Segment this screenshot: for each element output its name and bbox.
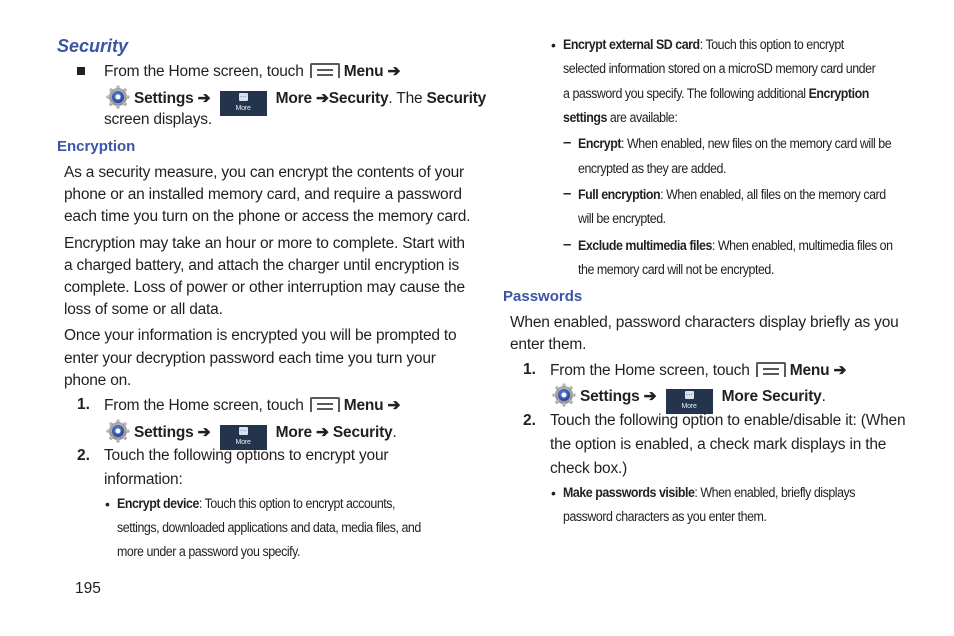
encrypt-device-line-3: more under a password you specify. [117, 544, 300, 559]
step-number: 2. [523, 412, 536, 429]
menu-key-icon [309, 63, 340, 78]
dash-bullet: – [563, 236, 572, 253]
passwords-para-line: enter them. [510, 336, 587, 353]
make-visible-line-2: password characters as you enter them. [563, 509, 767, 524]
pw-step1-line-1: From the Home screen, touch Menu ➔ [550, 362, 847, 379]
page-number: 195 [75, 580, 101, 597]
pw-step2-line: the option is enabled, a check mark disp… [550, 436, 887, 453]
more-tab-icon: More [665, 389, 713, 414]
square-bullet [77, 67, 85, 75]
bullet-dot: • [105, 496, 110, 512]
step2-line: information: [104, 471, 183, 488]
sub-option-exclude-multimedia-line-2: the memory card will not be encrypted. [578, 262, 774, 277]
step-number: 1. [77, 396, 90, 413]
bullet-dot: • [551, 485, 556, 501]
encryption-para2-line: Encryption may take an hour or more to c… [64, 235, 465, 252]
bullet-dot: • [551, 37, 556, 53]
make-visible-line-1: Make passwords visible: When enabled, br… [563, 485, 856, 500]
encrypt-sd-line-1: Encrypt external SD card: Touch this opt… [563, 37, 844, 52]
sub-option-encrypt-line-2: encrypted as they are added. [578, 161, 727, 176]
section-heading-encryption: Encryption [57, 138, 136, 155]
sub-option-full-encryption-line-2: will be encrypted. [578, 211, 666, 226]
menu-key-icon [309, 397, 340, 412]
step2-line: Touch the following options to encrypt y… [104, 447, 389, 464]
sub-option-full-encryption-line-1: Full encryption: When enabled, all files… [578, 187, 886, 202]
sub-option-encrypt-line-1: Encrypt: When enabled, new files on the … [578, 136, 892, 151]
encryption-para2-line: complete. Loss of power or other interru… [64, 279, 465, 296]
intro-line-1: From the Home screen, touch Menu ➔ [104, 63, 401, 80]
section-title-security: Security [57, 36, 129, 56]
step-number: 2. [77, 447, 90, 464]
step-number: 1. [523, 361, 536, 378]
encrypt-sd-line-2: selected information stored on a microSD… [563, 61, 876, 76]
dash-bullet: – [563, 134, 572, 151]
encryption-para2-line: loss of some or all data. [64, 301, 223, 318]
settings-gear-icon [106, 419, 130, 443]
passwords-para-line: When enabled, password characters displa… [510, 314, 899, 331]
encrypt-device-line-1: Encrypt device: Touch this option to enc… [117, 496, 396, 511]
pw-step2-line: Touch the following option to enable/dis… [550, 412, 906, 429]
section-heading-passwords: Passwords [503, 288, 583, 305]
encrypt-device-line-2: settings, downloaded applications and da… [117, 520, 421, 535]
pw-step1-line-2: Settings ➔ More More Security. [552, 383, 826, 414]
encryption-para3-line: enter your decryption password each time… [64, 350, 436, 367]
intro-line-3: screen displays. [104, 111, 212, 128]
encryption-para3-line: phone on. [64, 372, 132, 389]
encryption-para1-line: As a security measure, you can encrypt t… [64, 164, 465, 181]
more-tab-icon: More [219, 91, 267, 116]
encryption-para3-line: Once your information is encrypted you w… [64, 327, 457, 344]
menu-key-icon [755, 362, 786, 377]
step1-line-2: Settings ➔ More More ➔ Security. [106, 419, 397, 450]
encryption-para1-line: phone or an installed memory card, and r… [64, 186, 462, 203]
settings-gear-icon [552, 383, 576, 407]
encrypt-sd-line-4: settings are available: [563, 110, 678, 125]
pw-step2-line: check box.) [550, 460, 628, 477]
encrypt-sd-line-3: a password you specify. The following ad… [563, 86, 869, 101]
step1-line-1: From the Home screen, touch Menu ➔ [104, 397, 401, 414]
encryption-para1-line: each time you turn on the phone or acces… [64, 208, 471, 225]
settings-gear-icon [106, 85, 130, 109]
sub-option-exclude-multimedia-line-1: Exclude multimedia files: When enabled, … [578, 238, 893, 253]
dash-bullet: – [563, 185, 572, 202]
encryption-para2-line: a charged battery, and attach the charge… [64, 257, 460, 274]
